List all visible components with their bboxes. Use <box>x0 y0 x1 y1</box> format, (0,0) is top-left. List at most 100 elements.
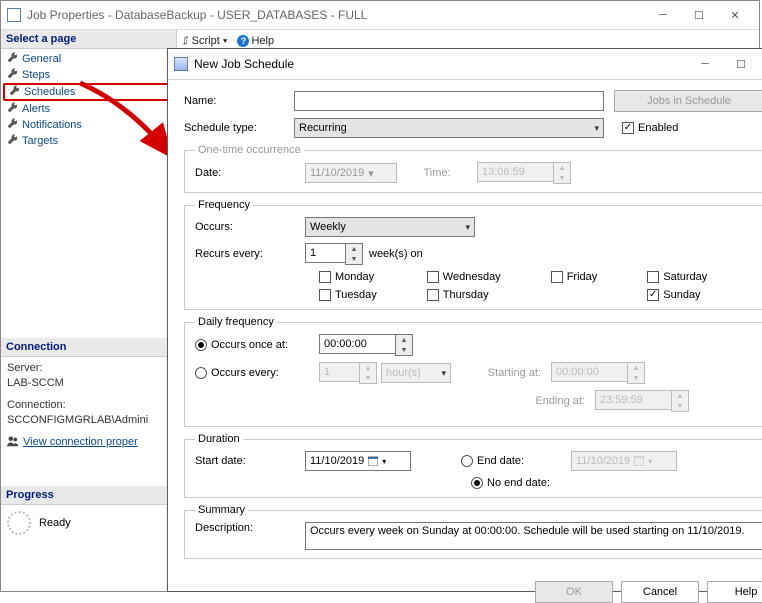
chevron-down-icon: ▾ <box>465 222 470 233</box>
occurs-once-radio[interactable]: Occurs once at: <box>195 339 319 351</box>
name-label: Name: <box>184 95 294 107</box>
duration-fieldset: Duration Start date: 11/10/2019▾ End dat… <box>184 433 762 498</box>
sunday-checkbox[interactable]: Sunday <box>647 289 707 301</box>
wrench-icon <box>7 118 18 132</box>
jobs-in-schedule-button: Jobs in Schedule <box>614 90 762 112</box>
minimize-button[interactable]: ─ <box>687 53 723 75</box>
chevron-down-icon: ▾ <box>368 167 374 180</box>
connection-info: Server: LAB-SCCM Connection: SCCONFIGMGR… <box>1 357 176 456</box>
starting-at-time: ▲▼ <box>551 362 645 384</box>
window-title: Job Properties - DatabaseBackup - USER_D… <box>27 8 645 22</box>
description-label: Description: <box>195 522 305 534</box>
name-input[interactable] <box>294 91 604 111</box>
nav-label: Targets <box>22 135 58 147</box>
help-button[interactable]: Help <box>707 581 762 603</box>
schedule-type-label: Schedule type: <box>184 122 294 134</box>
page-nav: General Steps Schedules Alerts Notificat… <box>1 49 176 151</box>
daily-legend: Daily frequency <box>195 316 277 328</box>
connection-header: Connection <box>1 338 176 357</box>
enddate-radio[interactable]: End date: <box>461 455 571 467</box>
server-value: LAB-SCCM <box>7 376 170 391</box>
recur-unit-label: week(s) on <box>369 248 423 260</box>
onetime-date-picker: 11/10/2019▾ <box>305 163 397 183</box>
one-time-fieldset: One-time occurrence Date: 11/10/2019▾ Ti… <box>184 144 762 193</box>
starting-at-label: Starting at: <box>451 367 541 379</box>
onetime-time-spinner: ▲▼ <box>477 162 571 184</box>
wednesday-checkbox[interactable]: Wednesday <box>427 271 501 283</box>
recur-spinner[interactable]: ▲▼ <box>305 243 363 265</box>
monday-checkbox[interactable]: Monday <box>319 271 377 283</box>
server-label: Server: <box>7 361 170 376</box>
maximize-button[interactable]: ☐ <box>723 53 759 75</box>
nav-targets[interactable]: Targets <box>1 133 176 149</box>
thursday-checkbox[interactable]: Thursday <box>427 289 501 301</box>
startdate-picker[interactable]: 11/10/2019▾ <box>305 451 411 471</box>
occurs-once-time[interactable]: ▲▼ <box>319 334 413 356</box>
nav-general[interactable]: General <box>1 51 176 67</box>
nav-notifications[interactable]: Notifications <box>1 117 176 133</box>
wrench-icon <box>7 52 18 66</box>
close-button[interactable]: ✕ <box>717 4 753 26</box>
dialog-title: New Job Schedule <box>194 57 687 71</box>
date-label: Date: <box>195 167 305 179</box>
friday-checkbox[interactable]: Friday <box>551 271 598 283</box>
app-icon <box>7 8 21 22</box>
nav-alerts[interactable]: Alerts <box>1 101 176 117</box>
connection-label: Connection: <box>7 398 170 413</box>
occurs-select[interactable]: Weekly▾ <box>305 217 475 237</box>
progress-header: Progress <box>1 486 176 505</box>
summary-fieldset: Summary Description: <box>184 504 762 559</box>
startdate-label: Start date: <box>195 455 305 467</box>
nav-schedules[interactable]: Schedules <box>3 83 174 101</box>
dialog-titlebar: New Job Schedule ─ ☐ ✕ <box>168 49 762 80</box>
occurs-every-spinner: ▲▼ <box>319 362 377 384</box>
daily-frequency-fieldset: Daily frequency Occurs once at: ▲▼ Occur… <box>184 316 762 427</box>
ending-at-time: ▲▼ <box>595 390 689 412</box>
one-time-legend: One-time occurrence <box>195 144 304 156</box>
chevron-down-icon: ▾ <box>594 123 599 134</box>
help-link[interactable]: ?Help <box>237 35 274 47</box>
frequency-fieldset: Frequency Occurs: Weekly▾ Recurs every: … <box>184 199 762 310</box>
ok-button: OK <box>535 581 613 603</box>
spinner-icon <box>7 511 31 535</box>
maximize-button[interactable]: ☐ <box>681 4 717 26</box>
progress-status: Ready <box>1 505 176 541</box>
ending-at-label: Ending at: <box>495 395 585 407</box>
cancel-button[interactable]: Cancel <box>621 581 699 603</box>
wrench-icon <box>7 68 18 82</box>
tuesday-checkbox[interactable]: Tuesday <box>319 289 377 301</box>
left-panel: Select a page General Steps Schedules Al… <box>1 30 177 591</box>
wrench-icon <box>7 102 18 116</box>
new-job-schedule-dialog: New Job Schedule ─ ☐ ✕ Name: Jobs in Sch… <box>167 48 762 592</box>
schedule-type-select[interactable]: Recurring▾ <box>294 118 604 138</box>
select-page-header: Select a page <box>1 30 176 49</box>
nav-label: General <box>22 53 61 65</box>
people-icon <box>7 435 19 452</box>
nav-label: Schedules <box>24 86 75 98</box>
saturday-checkbox[interactable]: Saturday <box>647 271 707 283</box>
minimize-button[interactable]: ─ <box>645 4 681 26</box>
occurs-every-radio[interactable]: Occurs every: <box>195 367 319 379</box>
enabled-checkbox[interactable]: Enabled <box>622 122 678 134</box>
checkbox-icon <box>622 122 634 134</box>
noenddate-radio[interactable]: No end date: <box>471 477 550 489</box>
progress-label: Ready <box>39 517 71 529</box>
frequency-legend: Frequency <box>195 199 253 211</box>
script-dropdown[interactable]: ⎎ Script ▾ <box>183 35 227 48</box>
nav-label: Notifications <box>22 119 82 131</box>
summary-legend: Summary <box>195 504 248 516</box>
nav-steps[interactable]: Steps <box>1 67 176 83</box>
calendar-icon <box>368 456 378 466</box>
description-text <box>305 522 762 550</box>
nav-label: Alerts <box>22 103 50 115</box>
titlebar: Job Properties - DatabaseBackup - USER_D… <box>1 1 759 30</box>
connection-value: SCCONFIGMGRLAB\Admini <box>7 413 170 428</box>
duration-legend: Duration <box>195 433 243 445</box>
occurs-every-unit-select: hour(s)▾ <box>381 363 451 383</box>
occurs-label: Occurs: <box>195 221 305 233</box>
recurs-label: Recurs every: <box>195 248 305 260</box>
help-icon: ? <box>237 35 249 47</box>
schedule-icon <box>174 57 188 71</box>
wrench-icon <box>7 134 18 148</box>
view-connection-link[interactable]: View connection proper <box>23 436 138 448</box>
